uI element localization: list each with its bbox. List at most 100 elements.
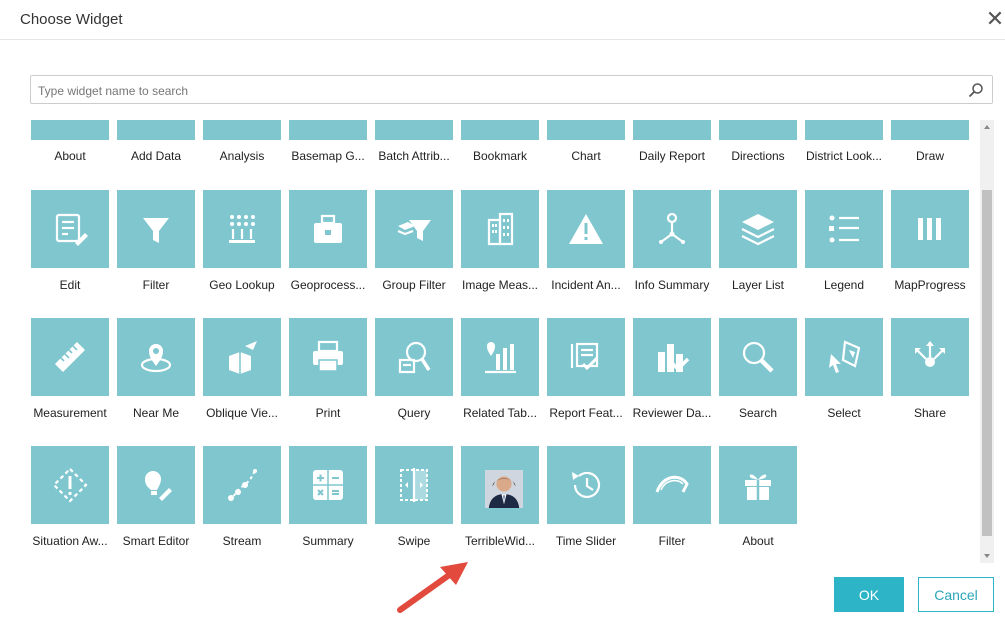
widget-tile-icon-box[interactable]	[719, 190, 797, 268]
vertical-scrollbar[interactable]	[980, 120, 994, 563]
scroll-down-icon[interactable]	[980, 549, 994, 563]
widget-tile[interactable]: Image Meas...	[461, 190, 539, 300]
widget-tile[interactable]: Select	[805, 318, 883, 428]
widget-tile-icon-box[interactable]	[633, 120, 711, 140]
widget-tile[interactable]: TerribleWid...	[461, 446, 539, 556]
widget-tile-icon-box[interactable]	[31, 446, 109, 524]
widget-tile-icon-box[interactable]	[461, 120, 539, 140]
widget-tile-icon-box[interactable]	[375, 120, 453, 140]
widget-tile[interactable]: Time Slider	[547, 446, 625, 556]
widget-tile[interactable]: MapProgress	[891, 190, 969, 300]
widget-tile[interactable]: District Look...	[805, 120, 883, 168]
widget-tile-icon-box[interactable]	[203, 120, 281, 140]
widget-tile[interactable]: Edit	[31, 190, 109, 300]
widget-tile-icon-box[interactable]	[805, 190, 883, 268]
widget-tile[interactable]: Search	[719, 318, 797, 428]
widget-tile-icon-box[interactable]	[547, 190, 625, 268]
scroll-thumb[interactable]	[982, 190, 992, 536]
widget-tile-icon-box[interactable]	[461, 190, 539, 268]
widget-tile-icon-box[interactable]	[719, 120, 797, 140]
widget-tile-icon-box[interactable]	[891, 120, 969, 140]
widget-tile[interactable]: Layer List	[719, 190, 797, 300]
widget-tile[interactable]: Oblique Vie...	[203, 318, 281, 428]
widget-label: Situation Aw...	[32, 534, 108, 548]
widget-tile[interactable]: About	[31, 120, 109, 168]
widget-tile-icon-box[interactable]	[633, 446, 711, 524]
close-icon[interactable]: ✕	[985, 8, 1005, 30]
widget-tile-icon-box[interactable]	[203, 446, 281, 524]
widget-tile[interactable]: Share	[891, 318, 969, 428]
widget-tile-icon-box[interactable]	[117, 318, 195, 396]
widget-label: Daily Report	[638, 149, 706, 163]
widget-tile-icon-box[interactable]	[117, 190, 195, 268]
widget-tile[interactable]: Legend	[805, 190, 883, 300]
widget-tile-icon-box[interactable]	[375, 318, 453, 396]
widget-tile[interactable]: Swipe	[375, 446, 453, 556]
widget-tile[interactable]: Batch Attrib...	[375, 120, 453, 168]
widget-tile[interactable]: Basemap G...	[289, 120, 367, 168]
widget-label: Search	[738, 406, 778, 420]
widget-tile[interactable]: Daily Report	[633, 120, 711, 168]
widget-tile[interactable]: Geoprocess...	[289, 190, 367, 300]
widget-tile[interactable]: Smart Editor	[117, 446, 195, 556]
widget-tile-icon-box[interactable]	[375, 446, 453, 524]
widget-tile-icon-box[interactable]	[375, 190, 453, 268]
scroll-up-icon[interactable]	[980, 120, 994, 134]
widget-tile-icon-box[interactable]	[805, 120, 883, 140]
widget-tile[interactable]: Measurement	[31, 318, 109, 428]
widget-tile[interactable]: Situation Aw...	[31, 446, 109, 556]
widget-tile-icon-box[interactable]	[31, 318, 109, 396]
widget-tile-icon-box[interactable]	[31, 190, 109, 268]
widget-tile[interactable]: Add Data	[117, 120, 195, 168]
widget-tile-icon-box[interactable]	[117, 120, 195, 140]
widget-search-box[interactable]	[30, 75, 993, 104]
widget-tile[interactable]: Stream	[203, 446, 281, 556]
cancel-button[interactable]: Cancel	[918, 577, 994, 612]
widget-tile-icon-box[interactable]	[203, 318, 281, 396]
search-icon[interactable]	[968, 82, 984, 98]
toolbox-icon	[314, 214, 342, 243]
widget-tile[interactable]: Related Tab...	[461, 318, 539, 428]
widget-tile-icon-box[interactable]	[547, 318, 625, 396]
widget-tile-icon-box[interactable]	[891, 318, 969, 396]
ok-button[interactable]: OK	[834, 577, 904, 612]
widget-tile[interactable]: About	[719, 446, 797, 556]
widget-tile-icon-box[interactable]	[117, 446, 195, 524]
widget-tile[interactable]: Bookmark	[461, 120, 539, 168]
widget-tile[interactable]: Group Filter	[375, 190, 453, 300]
widget-tile-icon-box[interactable]	[719, 318, 797, 396]
widget-tile-icon-box[interactable]	[289, 120, 367, 140]
widget-tile[interactable]: Summary	[289, 446, 367, 556]
widget-tile[interactable]: Geo Lookup	[203, 190, 281, 300]
widget-tile[interactable]: Chart	[547, 120, 625, 168]
widget-tile-icon-box[interactable]	[891, 190, 969, 268]
widget-tile[interactable]: Filter	[633, 446, 711, 556]
widget-tile-icon-box[interactable]	[203, 190, 281, 268]
widget-tile[interactable]: Info Summary	[633, 190, 711, 300]
widget-tile[interactable]: Query	[375, 318, 453, 428]
widget-tile-icon-box[interactable]	[633, 318, 711, 396]
widget-tile-icon-box[interactable]	[805, 318, 883, 396]
widget-tile[interactable]: Incident An...	[547, 190, 625, 300]
share-icon	[915, 341, 945, 367]
widget-tile-icon-box[interactable]	[547, 120, 625, 140]
widget-tile[interactable]: Filter	[117, 190, 195, 300]
person-photo-icon	[485, 470, 523, 508]
search-input[interactable]	[36, 79, 960, 102]
widget-tile-icon-box[interactable]	[633, 190, 711, 268]
widget-tile[interactable]: Print	[289, 318, 367, 428]
widget-tile-icon-box[interactable]	[289, 318, 367, 396]
widget-tile[interactable]: Analysis	[203, 120, 281, 168]
widget-tile[interactable]: Directions	[719, 120, 797, 168]
widget-tile-icon-box[interactable]	[289, 446, 367, 524]
widget-tile-icon-box[interactable]	[719, 446, 797, 524]
widget-tile-icon-box[interactable]	[461, 446, 539, 524]
widget-tile[interactable]: Near Me	[117, 318, 195, 428]
widget-tile[interactable]: Draw	[891, 120, 969, 168]
widget-tile-icon-box[interactable]	[461, 318, 539, 396]
widget-tile[interactable]: Report Feat...	[547, 318, 625, 428]
widget-tile-icon-box[interactable]	[547, 446, 625, 524]
widget-tile-icon-box[interactable]	[289, 190, 367, 268]
widget-tile[interactable]: Reviewer Da...	[633, 318, 711, 428]
widget-tile-icon-box[interactable]	[31, 120, 109, 140]
